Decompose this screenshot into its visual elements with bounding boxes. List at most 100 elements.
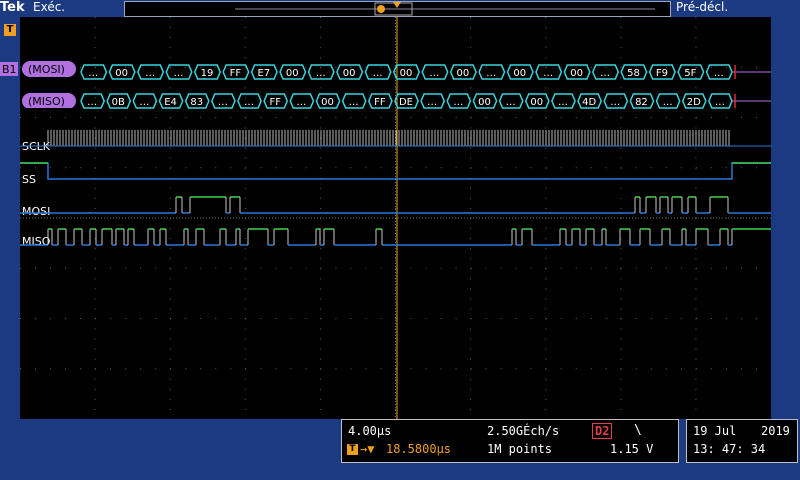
graticule-dot (650, 368, 652, 370)
graticule-dot (169, 197, 171, 199)
graticule-dot (620, 77, 622, 79)
graticule-dot (530, 318, 532, 319)
graticule-dot (725, 217, 727, 219)
graticule-dot (94, 27, 96, 29)
graticule-dot (215, 117, 217, 118)
sample-rate-readout: 2.50GÉch/s (487, 424, 560, 438)
graticule-dot (710, 217, 712, 219)
graticule-dot (169, 388, 171, 390)
graticule-dot (545, 187, 547, 189)
graticule-dot (425, 66, 427, 68)
graticule-dot (545, 238, 547, 240)
graticule-dot (80, 318, 82, 319)
graticule-dot (244, 278, 246, 280)
graticule-dot (470, 408, 472, 410)
graticule-dot (620, 378, 622, 380)
graticule-dot (470, 388, 472, 390)
graticule-dot (319, 127, 321, 129)
graticule-dot (65, 368, 67, 370)
graticule-dot (470, 308, 472, 310)
acquisition-readout[interactable]: 4.00µs 2.50GÉch/s D2 \ T →▼ 18.5800µs 1M… (341, 419, 679, 463)
graticule-dot (395, 288, 396, 290)
graticule-dot (169, 47, 171, 49)
graticule-dot (470, 127, 472, 129)
graticule-dot (695, 388, 697, 390)
graticule-dot (575, 117, 577, 118)
graticule-dot (545, 368, 547, 370)
mosi-bus-packet-value: FF (230, 68, 242, 79)
graticule-dot (410, 117, 412, 118)
graticule-dot (755, 217, 757, 219)
graticule-dot (95, 117, 97, 118)
graticule-dot (695, 248, 697, 250)
graticule-dot (590, 318, 592, 319)
graticule-dot (169, 37, 171, 39)
graticule-dot (319, 398, 321, 400)
graticule-dot (545, 278, 547, 280)
graticule-dot (80, 66, 82, 68)
graticule-dot (470, 187, 472, 189)
graticule-dot (740, 66, 742, 68)
date-time-readout: 19 Jul 2019 13: 47: 34 (686, 419, 798, 463)
graticule-dot (35, 167, 37, 169)
graticule-dot (515, 167, 517, 169)
graticule-dot (50, 368, 52, 370)
graticule-dot (319, 278, 321, 280)
acquisition-state: Exéc. (33, 0, 66, 14)
graticule-dot (94, 388, 96, 390)
graticule-dot (20, 368, 21, 370)
graticule-dot (35, 368, 37, 370)
graticule-dot (545, 37, 547, 39)
graticule-dot (695, 408, 697, 410)
graticule-dot (620, 288, 622, 290)
graticule-dot (350, 318, 352, 319)
graticule-dot (500, 267, 502, 269)
mosi-bus-packet-value: 00 (400, 68, 413, 79)
miso-bus-packet-value: DE (399, 97, 413, 108)
graticule-dot (245, 318, 247, 319)
graticule-dot (395, 27, 396, 29)
graticule-dot (65, 318, 67, 319)
graticule-dot (560, 167, 562, 169)
waveform-display[interactable]: … 00 … … 19 FF E7 00 … 00 … 00 … 00 … 00 … 00 … 58 F9 5F … … 0B …… (20, 17, 771, 419)
graticule-dot (94, 37, 96, 39)
miso-bus-packet-value: … (427, 97, 437, 108)
graticule-dot (169, 248, 171, 250)
graticule-dot (395, 258, 396, 260)
miso-bus-packet-value: … (558, 97, 568, 108)
graticule-dot (365, 368, 367, 370)
graticule-dot (365, 267, 367, 269)
graticule-dot (470, 87, 472, 89)
graticule-dot (244, 348, 246, 350)
record-view-bar[interactable] (124, 1, 671, 17)
graticule-dot (725, 368, 727, 370)
graticule-dot (305, 368, 307, 370)
graticule-dot (215, 267, 217, 269)
miso-bus-packet-value: FF (374, 97, 386, 108)
graticule-dot (319, 378, 321, 380)
trigger-mode: Pré-décl. (676, 0, 729, 14)
graticule-dot (155, 66, 157, 68)
graticule-dot (620, 248, 622, 250)
graticule-dot (335, 267, 337, 269)
graticule-dot (470, 358, 472, 360)
graticule-dot (590, 66, 592, 68)
graticule-dot (620, 66, 622, 68)
graticule-dot (650, 117, 652, 118)
graticule-dot (169, 288, 171, 290)
graticule-dot (94, 17, 96, 18)
graticule-dot (545, 328, 547, 330)
graticule-dot (290, 368, 292, 370)
graticule-dot (215, 368, 217, 370)
graticule-dot (755, 66, 757, 68)
graticule-dot (485, 117, 487, 118)
graticule-dot (319, 248, 321, 250)
graticule-dot (230, 267, 232, 269)
graticule-dot (244, 238, 246, 240)
graticule-dot (244, 197, 246, 199)
graticule-dot (530, 117, 532, 118)
graticule-dot (485, 167, 487, 169)
graticule-dot (455, 368, 457, 370)
graticule-dot (94, 207, 96, 209)
graticule-dot (260, 318, 262, 319)
